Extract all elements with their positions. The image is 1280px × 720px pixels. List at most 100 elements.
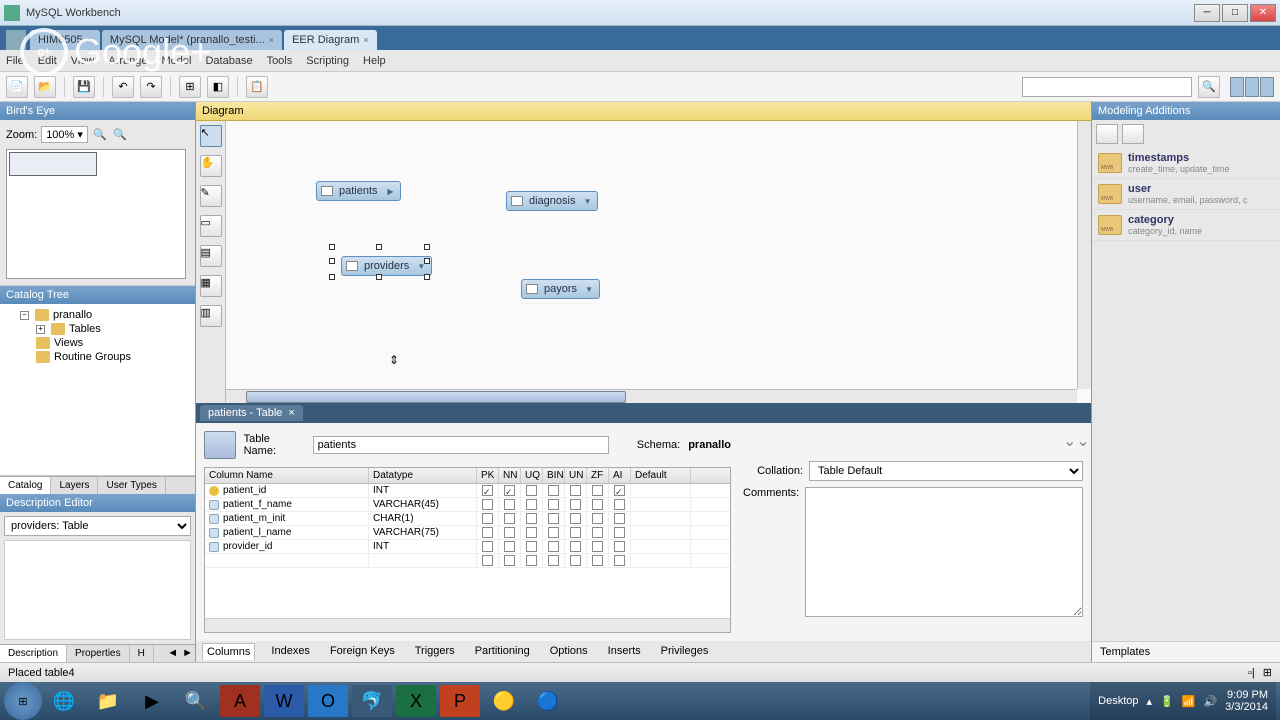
- menu-edit[interactable]: Edit: [38, 55, 57, 67]
- sel-handle[interactable]: [376, 244, 382, 250]
- excel-icon[interactable]: X: [396, 685, 436, 717]
- powerpoint-icon[interactable]: P: [440, 685, 480, 717]
- left-tab-layers[interactable]: Layers: [51, 477, 98, 494]
- tree-tables[interactable]: +Tables: [4, 322, 191, 336]
- save-button[interactable]: 💾: [73, 76, 95, 98]
- menu-database[interactable]: Database: [205, 55, 252, 67]
- diagram-canvas[interactable]: patients ▶ diagnosis ▼ providers ▼: [226, 121, 1091, 403]
- editor-tab[interactable]: patients - Table ×: [200, 405, 303, 421]
- column-row[interactable]: patient_m_init CHAR(1): [205, 512, 730, 526]
- sel-handle[interactable]: [329, 244, 335, 250]
- doc-tab-0[interactable]: HIM6505×: [30, 30, 100, 50]
- desktop-label[interactable]: Desktop: [1098, 695, 1138, 707]
- chevron-right-icon[interactable]: ►: [180, 645, 195, 662]
- table-tool[interactable]: ▥: [200, 305, 222, 327]
- outlook-icon[interactable]: O: [308, 685, 348, 717]
- sel-handle[interactable]: [424, 258, 430, 264]
- doc-tab-1[interactable]: MySQL Model* (pranallo_testi...×: [102, 30, 282, 50]
- menu-help[interactable]: Help: [363, 55, 386, 67]
- panel-toggle-3[interactable]: [1260, 77, 1274, 97]
- edit-template-button[interactable]: [1122, 124, 1144, 144]
- tray-icon[interactable]: 🔋: [1160, 695, 1174, 708]
- chrome-icon[interactable]: 🟡: [484, 685, 524, 717]
- tree-routines[interactable]: Routine Groups: [4, 350, 191, 364]
- close-icon[interactable]: ×: [288, 407, 294, 419]
- table-name-input[interactable]: [313, 436, 609, 454]
- tab-inserts[interactable]: Inserts: [604, 643, 645, 660]
- tray-clock[interactable]: 9:09 PM 3/3/2014: [1225, 689, 1268, 713]
- templates-tab[interactable]: Templates: [1092, 641, 1280, 662]
- table-patients[interactable]: patients ▶: [316, 181, 401, 201]
- sel-handle[interactable]: [376, 274, 382, 280]
- comments-input[interactable]: [805, 487, 1083, 617]
- empty-row[interactable]: [205, 554, 730, 568]
- grid-h-scrollbar[interactable]: [205, 618, 730, 632]
- bottom-tab-h[interactable]: H: [130, 645, 154, 662]
- menu-tools[interactable]: Tools: [267, 55, 293, 67]
- sel-handle[interactable]: [329, 274, 335, 280]
- close-icon[interactable]: ×: [269, 35, 274, 45]
- zoom-in-icon[interactable]: 🔍: [92, 127, 108, 143]
- magnify-icon[interactable]: 🔍: [176, 685, 216, 717]
- tab-indexes[interactable]: Indexes: [267, 643, 314, 660]
- tree-views[interactable]: Views: [4, 336, 191, 350]
- close-icon[interactable]: ×: [87, 35, 92, 45]
- v-scrollbar[interactable]: [1077, 121, 1091, 389]
- desc-body[interactable]: [4, 540, 191, 640]
- tab-fk[interactable]: Foreign Keys: [326, 643, 399, 660]
- add-template-button[interactable]: [1096, 124, 1118, 144]
- close-button[interactable]: ✕: [1250, 4, 1276, 22]
- menu-arrange[interactable]: Arrange: [108, 55, 147, 67]
- chevron-up-icon[interactable]: ▴: [1147, 695, 1153, 708]
- sel-handle[interactable]: [329, 258, 335, 264]
- hand-tool[interactable]: ✋: [200, 155, 222, 177]
- search-icon[interactable]: 🔍: [1198, 76, 1220, 98]
- open-button[interactable]: 📂: [34, 76, 56, 98]
- zoom-select[interactable]: 100% ▾: [41, 126, 88, 143]
- align-button[interactable]: ◧: [207, 76, 229, 98]
- tab-partitioning[interactable]: Partitioning: [471, 643, 534, 660]
- access-icon[interactable]: A: [220, 685, 260, 717]
- table-payors[interactable]: payors ▼: [521, 279, 600, 299]
- bottom-tab-props[interactable]: Properties: [67, 645, 130, 662]
- note-tool[interactable]: ▤: [200, 245, 222, 267]
- collapse-icon[interactable]: ⌄⌄: [1063, 431, 1083, 451]
- collation-select[interactable]: Table Default: [809, 461, 1083, 481]
- tab-privileges[interactable]: Privileges: [657, 643, 713, 660]
- addition-item[interactable]: timestampscreate_time, update_time: [1092, 148, 1280, 179]
- panel-toggle-1[interactable]: [1230, 77, 1244, 97]
- table-providers[interactable]: providers ▼: [341, 256, 432, 276]
- app-icon[interactable]: 🔵: [528, 685, 568, 717]
- table-diagnosis[interactable]: diagnosis ▼: [506, 191, 598, 211]
- menu-file[interactable]: File: [6, 55, 24, 67]
- image-tool[interactable]: ▦: [200, 275, 222, 297]
- sel-handle[interactable]: [424, 244, 430, 250]
- menu-scripting[interactable]: Scripting: [306, 55, 349, 67]
- column-row[interactable]: patient_l_name VARCHAR(75): [205, 526, 730, 540]
- eraser-tool[interactable]: ✎: [200, 185, 222, 207]
- grid-button[interactable]: ⊞: [179, 76, 201, 98]
- maximize-button[interactable]: □: [1222, 4, 1248, 22]
- export-button[interactable]: 📋: [246, 76, 268, 98]
- minimize-button[interactable]: ─: [1194, 4, 1220, 22]
- start-button[interactable]: ⊞: [4, 682, 42, 720]
- menu-view[interactable]: View: [71, 55, 95, 67]
- layer-tool[interactable]: ▭: [200, 215, 222, 237]
- column-row[interactable]: provider_id INT: [205, 540, 730, 554]
- addition-item[interactable]: userusername, email, password, c: [1092, 179, 1280, 210]
- tab-triggers[interactable]: Triggers: [411, 643, 459, 660]
- workbench-icon[interactable]: 🐬: [352, 685, 392, 717]
- ie-icon[interactable]: 🌐: [44, 685, 84, 717]
- tree-schema[interactable]: −pranallo: [4, 308, 191, 322]
- redo-button[interactable]: ↷: [140, 76, 162, 98]
- word-icon[interactable]: W: [264, 685, 304, 717]
- tray-icon[interactable]: 📶: [1182, 695, 1196, 708]
- tab-columns[interactable]: Columns: [202, 643, 255, 660]
- column-row[interactable]: patient_f_name VARCHAR(45): [205, 498, 730, 512]
- desc-select[interactable]: providers: Table: [4, 516, 191, 536]
- minimap[interactable]: [6, 149, 186, 279]
- sel-handle[interactable]: [424, 274, 430, 280]
- panel-toggle-2[interactable]: [1245, 77, 1259, 97]
- zoom-out-icon[interactable]: 🔍: [112, 127, 128, 143]
- tab-options[interactable]: Options: [546, 643, 592, 660]
